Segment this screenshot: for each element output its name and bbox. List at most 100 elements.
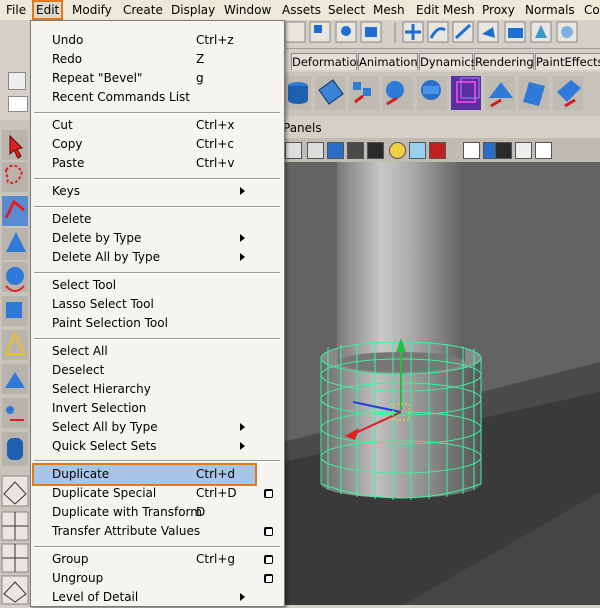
menu-item-label: Cut: [52, 118, 73, 132]
menu-item-label: Select Hierarchy: [52, 382, 151, 396]
menu-item-delete[interactable]: Delete: [31, 210, 284, 229]
menu-window[interactable]: Window: [222, 2, 273, 18]
menu-item-invert-selection[interactable]: Invert Selection: [31, 399, 284, 418]
menu-item-label: Copy: [52, 137, 83, 151]
menu-separator: [34, 206, 280, 208]
menu-proxy[interactable]: Proxy: [480, 2, 517, 18]
submenu-arrow-icon: [240, 234, 245, 242]
menu-item-group[interactable]: Group Ctrl+g: [31, 550, 284, 569]
menu-item-shortcut: Ctrl+D: [196, 486, 237, 500]
menu-modify[interactable]: Modify: [70, 2, 114, 18]
wireframe-shading-icon[interactable]: [307, 142, 324, 159]
status-line-icons[interactable]: [283, 20, 600, 48]
menu-item-shortcut: g: [196, 71, 204, 85]
camera-icon[interactable]: [285, 142, 302, 159]
menu-item-keys[interactable]: Keys: [31, 182, 284, 201]
film-gate-icon[interactable]: [495, 142, 512, 159]
menu-item-paste[interactable]: Paste Ctrl+v: [31, 154, 284, 173]
xray-icon[interactable]: [409, 142, 426, 159]
menu-item-label: Keys: [52, 184, 81, 198]
menu-item-lasso-select-tool[interactable]: Lasso Select Tool: [31, 295, 284, 314]
safe-action-icon[interactable]: [515, 142, 532, 159]
menu-item-label: Repeat "Bevel": [52, 71, 143, 85]
menu-item-duplicate-special[interactable]: Duplicate Special Ctrl+D: [31, 484, 284, 503]
option-box-icon[interactable]: [264, 489, 273, 498]
viewport[interactable]: [283, 162, 600, 605]
menu-item-transfer-attribute-values[interactable]: Transfer Attribute Values: [31, 522, 284, 541]
menu-item-label: Select All: [52, 344, 108, 358]
menu-item-shortcut: D: [196, 505, 206, 519]
menu-item-label: Delete: [52, 212, 92, 226]
menu-item-shortcut: Ctrl+v: [196, 156, 235, 170]
menu-item-duplicate-with-transform[interactable]: Duplicate with Transform D: [31, 503, 284, 522]
menu-item-label: Paint Selection Tool: [52, 316, 168, 330]
menu-item-label: Redo: [52, 52, 83, 66]
menu-item-label: Group: [52, 552, 89, 566]
menu-item-label: Delete All by Type: [52, 250, 161, 264]
menu-item-undo[interactable]: Undo Ctrl+z: [31, 31, 284, 50]
menu-item-duplicate[interactable]: Duplicate Ctrl+d: [32, 463, 257, 486]
menu-normals[interactable]: Normals: [523, 2, 577, 18]
tab-painteffects[interactable]: PaintEffects: [535, 53, 600, 70]
menu-item-repeat-bevel[interactable]: Repeat "Bevel" g: [31, 69, 284, 88]
textured-icon[interactable]: [367, 142, 384, 159]
menu-item-level-of-detail[interactable]: Level of Detail: [31, 588, 284, 607]
tab-deformation[interactable]: Deformation: [291, 53, 364, 70]
menu-item-delete-all-by-type[interactable]: Delete All by Type: [31, 248, 284, 267]
menu-item-paint-selection-tool[interactable]: Paint Selection Tool: [31, 314, 284, 333]
menu-file[interactable]: File: [4, 2, 28, 18]
layout-button[interactable]: [8, 96, 28, 112]
menu-item-select-tool[interactable]: Select Tool: [31, 276, 284, 295]
viewport-scene: [283, 162, 600, 605]
menu-item-label: Recent Commands List: [52, 90, 191, 104]
tab-animation[interactable]: Animation: [358, 53, 418, 70]
menu-display[interactable]: Display: [169, 2, 217, 18]
menu-item-ungroup[interactable]: Ungroup: [31, 569, 284, 588]
layout-toggle[interactable]: [8, 72, 26, 90]
menu-create[interactable]: Create: [121, 2, 165, 18]
menu-item-deselect[interactable]: Deselect: [31, 361, 284, 380]
menu-edit[interactable]: Edit: [31, 0, 64, 20]
submenu-arrow-icon: [240, 593, 245, 601]
smooth-shading-icon[interactable]: [327, 142, 344, 159]
menu-item-redo[interactable]: Redo Z: [31, 50, 284, 69]
field-chart-icon[interactable]: [535, 142, 552, 159]
tab-rendering[interactable]: Rendering: [474, 53, 534, 70]
menu-item-shortcut: Ctrl+z: [196, 33, 234, 47]
lights-icon[interactable]: [389, 142, 406, 159]
grid-icon[interactable]: [463, 142, 480, 159]
tab-dynamics[interactable]: Dynamics: [419, 53, 477, 70]
panel-menu-bar: Panels: [283, 118, 600, 138]
menu-item-shortcut: Ctrl+d: [196, 467, 236, 481]
menu-item-select-hierarchy[interactable]: Select Hierarchy: [31, 380, 284, 399]
menu-item-select-all-by-type[interactable]: Select All by Type: [31, 418, 284, 437]
wireframe-on-shaded-icon[interactable]: [347, 142, 364, 159]
menu-item-quick-select-sets[interactable]: Quick Select Sets: [31, 437, 284, 456]
toolbox: [0, 120, 31, 605]
menu-item-shortcut: Ctrl+x: [196, 118, 235, 132]
menu-item-recent-commands-list[interactable]: Recent Commands List: [31, 88, 284, 107]
menu-item-select-all[interactable]: Select All: [31, 342, 284, 361]
menu-edit-mesh[interactable]: Edit Mesh: [414, 2, 477, 18]
edit-menu: Undo Ctrl+z Redo Z Repeat "Bevel" g Rece…: [30, 20, 285, 607]
menu-assets[interactable]: Assets: [280, 2, 323, 18]
shelf-icon-row[interactable]: [283, 72, 600, 116]
panels-menu[interactable]: Panels: [283, 121, 322, 135]
isolate-icon[interactable]: [429, 142, 446, 159]
option-box-icon[interactable]: [264, 574, 273, 583]
menu-separator: [34, 272, 280, 274]
menu-select[interactable]: Select: [326, 2, 367, 18]
menu-item-delete-by-type[interactable]: Delete by Type: [31, 229, 284, 248]
menu-more[interactable]: Co: [582, 2, 600, 18]
menu-item-cut[interactable]: Cut Ctrl+x: [31, 116, 284, 135]
option-box-icon[interactable]: [264, 527, 273, 536]
toolbox-icons: [1, 130, 29, 605]
option-box-icon[interactable]: [264, 555, 273, 564]
menu-item-label: Select Tool: [52, 278, 117, 292]
shelf-icons: [283, 72, 600, 116]
menu-separator: [34, 338, 280, 340]
menu-item-label: Duplicate with Transform: [52, 505, 202, 519]
rotate-tool-icon: [6, 267, 24, 285]
menu-mesh[interactable]: Mesh: [371, 2, 407, 18]
menu-item-copy[interactable]: Copy Ctrl+c: [31, 135, 284, 154]
